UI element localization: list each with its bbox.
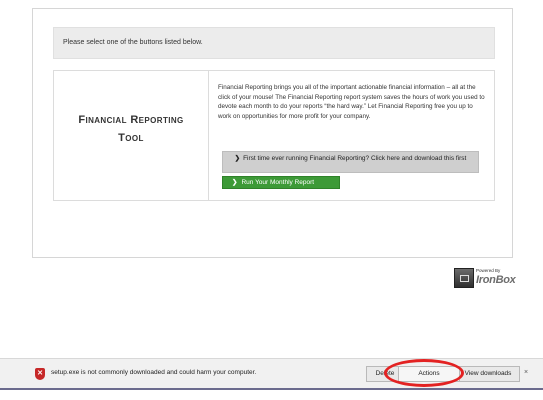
- chevron-right-icon: ❯: [234, 155, 241, 162]
- panel-divider: [208, 71, 209, 200]
- tool-title: Financial Reporting Tool: [54, 111, 208, 147]
- tool-title-line1: Financial Reporting: [78, 114, 184, 126]
- warning-shield-icon: ✕: [35, 368, 45, 380]
- ironbox-name: IronBox: [476, 274, 516, 286]
- instruction-banner: Please select one of the buttons listed …: [53, 27, 495, 59]
- first-time-download-button[interactable]: ❯ First time ever running Financial Repor…: [222, 151, 479, 173]
- powered-by-text: Powered By: [476, 268, 501, 273]
- chevron-right-icon: ❯: [232, 179, 238, 186]
- view-downloads-button[interactable]: View downloads: [456, 366, 520, 382]
- tool-description: Financial Reporting brings you all of th…: [218, 84, 485, 120]
- actions-button[interactable]: Actions: [398, 366, 460, 382]
- instruction-text: Please select one of the buttons listed …: [63, 39, 203, 46]
- tool-title-line2: Tool: [118, 132, 144, 144]
- download-bar: ✕ setup.exe is not commonly downloaded a…: [0, 358, 543, 390]
- tool-panel: Financial Reporting Tool Financial Repor…: [53, 70, 495, 201]
- ironbox-logo: Powered By IronBox: [454, 267, 516, 291]
- first-time-label: First time ever running Financial Report…: [243, 155, 467, 162]
- ironbox-icon: [454, 268, 474, 288]
- run-label: Run Your Monthly Report: [241, 179, 315, 186]
- close-icon[interactable]: ×: [524, 369, 528, 376]
- download-warning-message: setup.exe is not commonly downloaded and…: [51, 369, 257, 376]
- content-frame: Please select one of the buttons listed …: [32, 8, 513, 258]
- run-monthly-report-button[interactable]: ❯ Run Your Monthly Report: [222, 176, 340, 189]
